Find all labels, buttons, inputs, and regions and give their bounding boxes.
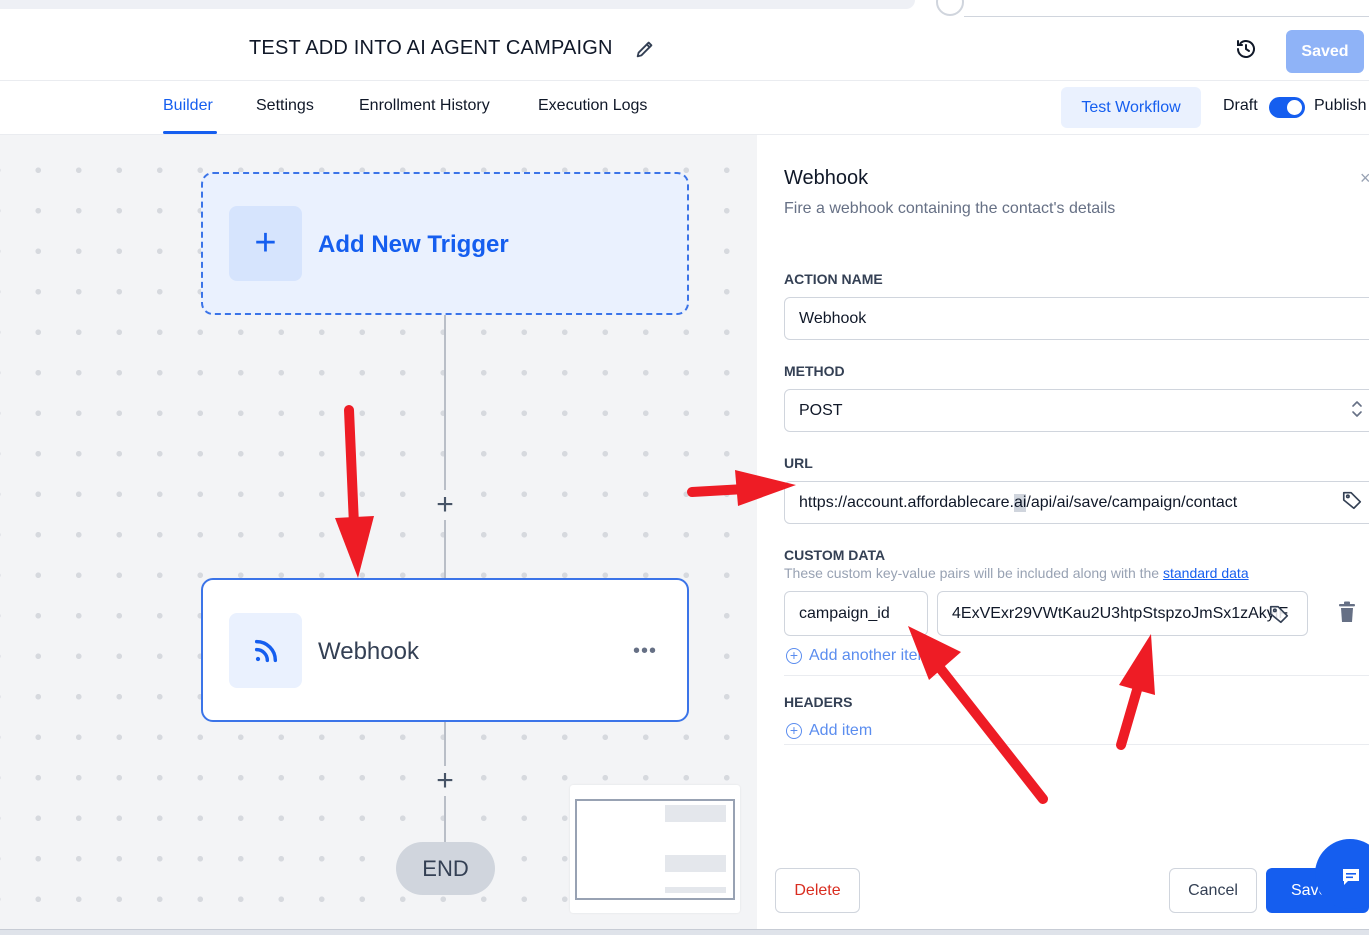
history-icon[interactable]	[1234, 37, 1258, 61]
method-select[interactable]: POST	[784, 389, 1369, 432]
section-divider	[784, 675, 1369, 676]
chat-icon	[1343, 869, 1359, 885]
add-step-plus-icon[interactable]: +	[430, 764, 460, 797]
browser-divider	[964, 16, 1369, 17]
add-header-item-link[interactable]: + Add item	[786, 722, 872, 740]
workflow-header: TEST ADD INTO AI AGENT CAMPAIGN Saved	[0, 18, 1369, 81]
saved-button[interactable]: Saved	[1286, 30, 1364, 73]
plus-circle-icon: +	[786, 723, 802, 739]
chevron-updown-icon	[1352, 401, 1362, 417]
publish-toggle[interactable]	[1269, 97, 1305, 118]
minimap-block	[665, 805, 726, 822]
action-name-field[interactable]: Webhook	[784, 297, 1369, 340]
custom-data-label: CUSTOM DATA	[784, 547, 886, 563]
add-item-label: Add item	[809, 722, 873, 739]
publish-label: Publish	[1314, 97, 1367, 114]
plus-circle-icon: +	[786, 648, 802, 664]
webhook-node-label: Webhook	[318, 638, 419, 665]
toggle-knob	[1287, 100, 1302, 115]
close-icon[interactable]: ×	[1360, 168, 1369, 189]
browser-strip	[0, 0, 1369, 18]
add-another-item-link[interactable]: + Add another item	[786, 647, 931, 665]
active-tab-indicator	[163, 131, 217, 134]
url-label: URL	[784, 455, 813, 471]
tag-icon[interactable]	[1341, 489, 1363, 511]
connector-line	[444, 315, 446, 578]
tag-icon[interactable]	[1268, 603, 1290, 625]
more-options-icon[interactable]: •••	[633, 640, 657, 663]
custom-data-help: These custom key-value pairs will be inc…	[784, 565, 1249, 581]
url-text: https://account.affordablecare.	[799, 493, 1014, 511]
add-step-plus-icon[interactable]: +	[430, 488, 460, 521]
add-another-item-label: Add another item	[809, 647, 931, 664]
url-field[interactable]: https://account.affordablecare. ai/api/ai…	[784, 481, 1369, 524]
custom-data-value-input[interactable]: 4ExVExr29VWtKau2U3htpStspzoJmSx1zAkyiF	[937, 591, 1308, 636]
method-label: METHOD	[784, 363, 845, 379]
url-text: /api/ai/save/campaign/contact	[1026, 493, 1238, 511]
custom-data-key-input[interactable]: campaign_id	[784, 591, 928, 636]
tabs-bar: Builder Settings Enrollment History Exec…	[0, 81, 1369, 135]
bottom-strip	[0, 929, 1369, 935]
panel-subtitle: Fire a webhook containing the contact's …	[784, 200, 1116, 217]
webhook-settings-panel: Webhook Fire a webhook containing the co…	[757, 135, 1369, 935]
add-trigger-label: Add New Trigger	[318, 231, 509, 258]
browser-address-bar	[0, 0, 915, 9]
tab-settings[interactable]: Settings	[256, 97, 314, 115]
minimap[interactable]	[570, 785, 740, 913]
tab-execution-logs[interactable]: Execution Logs	[538, 97, 647, 115]
add-trigger-node[interactable]: + Add New Trigger	[201, 172, 689, 315]
minimap-block	[665, 887, 726, 893]
panel-title: Webhook	[784, 167, 869, 189]
browser-profile-icon[interactable]	[936, 0, 964, 16]
test-workflow-button[interactable]: Test Workflow	[1061, 87, 1201, 128]
plus-icon: +	[229, 206, 302, 281]
url-text-selection: ai	[1013, 493, 1027, 512]
delete-button[interactable]: Delete	[775, 868, 860, 913]
tab-enrollment-history[interactable]: Enrollment History	[359, 97, 490, 115]
minimap-block	[665, 855, 726, 872]
custom-data-help-text: These custom key-value pairs will be inc…	[784, 565, 1160, 581]
workflow-title: TEST ADD INTO AI AGENT CAMPAIGN	[249, 37, 613, 59]
tab-builder[interactable]: Builder	[163, 97, 213, 115]
standard-data-link[interactable]: standard data	[1163, 565, 1249, 581]
action-name-label: ACTION NAME	[784, 271, 883, 287]
cancel-button[interactable]: Cancel	[1169, 868, 1257, 913]
section-divider	[784, 744, 1369, 745]
webhook-icon	[229, 613, 302, 688]
workflow-canvas[interactable]: + Add New Trigger + Webhook ••• + END	[0, 135, 757, 935]
trash-icon[interactable]	[1337, 601, 1357, 623]
end-node: END	[396, 842, 495, 895]
pencil-icon[interactable]	[634, 38, 656, 60]
webhook-action-node[interactable]: Webhook •••	[201, 578, 689, 722]
headers-label: HEADERS	[784, 694, 853, 710]
draft-label: Draft	[1223, 97, 1258, 114]
